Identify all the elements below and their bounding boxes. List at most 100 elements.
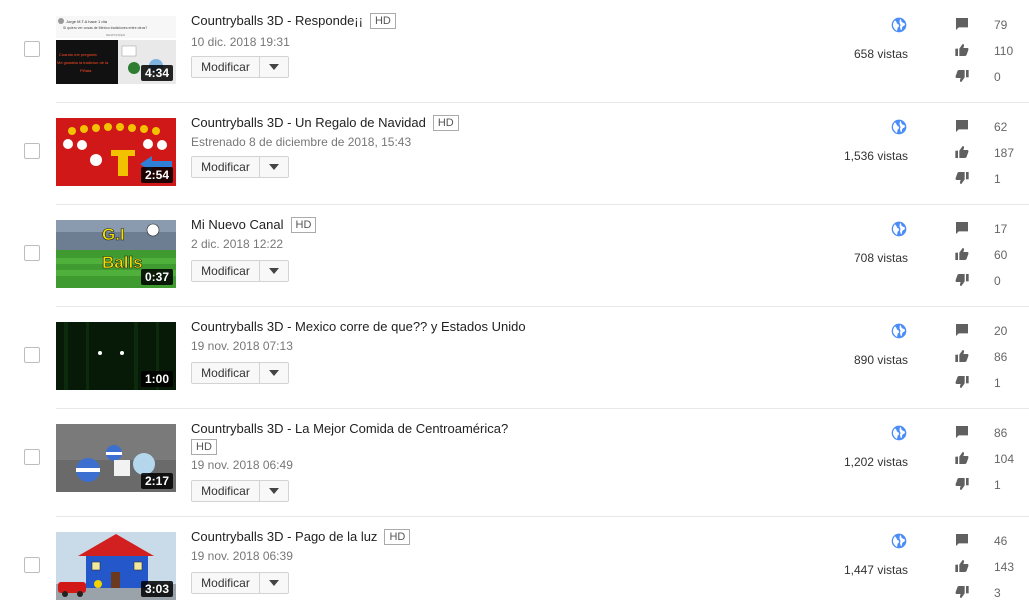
comment-icon (956, 222, 968, 234)
thumbs-up-icon (955, 146, 969, 158)
video-duration: 4:34 (140, 65, 173, 81)
globe-icon[interactable] (891, 425, 907, 441)
like-count: 143 (994, 560, 1015, 574)
globe-icon[interactable] (891, 17, 907, 33)
like-count: 104 (994, 452, 1015, 466)
caret-down-icon[interactable] (260, 363, 288, 383)
caret-down-icon[interactable] (260, 157, 288, 177)
caret-down-icon[interactable] (260, 573, 288, 593)
video-row: 3:03 Countryballs 3D - Pago de la luz HD … (0, 516, 1029, 609)
select-checkbox[interactable] (24, 143, 40, 159)
video-title-line: Mi Nuevo Canal HD (191, 216, 317, 234)
video-duration: 1:00 (140, 371, 173, 387)
video-date: Estrenado 8 de diciembre de 2018, 15:43 (191, 135, 412, 149)
view-count: 1,536 vistas (843, 149, 908, 163)
video-title[interactable]: Countryballs 3D - Pago de la luz (191, 529, 377, 544)
globe-icon[interactable] (891, 119, 907, 135)
comment-count: 20 (994, 324, 1008, 338)
thumbs-up-icon (955, 248, 969, 260)
like-count: 187 (994, 146, 1015, 160)
video-date: 19 nov. 2018 06:39 (191, 549, 293, 563)
video-title[interactable]: Mi Nuevo Canal (191, 217, 284, 232)
edit-dropdown-button[interactable]: Modificar (191, 260, 289, 282)
video-date: 19 nov. 2018 06:49 (191, 458, 293, 472)
caret-down-icon[interactable] (260, 261, 288, 281)
globe-icon[interactable] (891, 221, 907, 237)
thumbs-down-icon (955, 376, 969, 388)
edit-button-label[interactable]: Modificar (192, 261, 260, 281)
comment-count: 79 (994, 18, 1008, 32)
comment-count: 17 (994, 222, 1008, 236)
video-row: 2:17 Countryballs 3D - La Mejor Comida d… (0, 408, 1029, 516)
dislike-count: 1 (994, 172, 1001, 186)
thumbs-down-icon (955, 70, 969, 82)
view-count: 890 vistas (853, 353, 908, 367)
video-duration: 2:17 (140, 473, 173, 489)
video-title-line: Countryballs 3D - Pago de la luz HD (191, 528, 411, 546)
thumb-text-2: Si quiero ver cosas de México tradicione… (63, 26, 147, 30)
dislike-count: 1 (994, 376, 1001, 390)
thumbs-down-icon (955, 586, 969, 598)
video-thumbnail[interactable]: 1:00 (56, 322, 176, 390)
comment-icon (956, 18, 968, 30)
select-checkbox[interactable] (24, 41, 40, 57)
edit-dropdown-button[interactable]: Modificar (191, 156, 289, 178)
video-title[interactable]: Countryballs 3D - La Mejor Comida de Cen… (191, 421, 508, 436)
comment-icon (956, 534, 968, 546)
video-duration: 3:03 (140, 581, 173, 597)
edit-dropdown-button[interactable]: Modificar (191, 362, 289, 384)
like-count: 110 (994, 44, 1014, 58)
edit-dropdown-button[interactable]: Modificar (191, 56, 289, 78)
video-duration: 0:37 (140, 269, 173, 285)
select-checkbox[interactable] (24, 449, 40, 465)
video-title[interactable]: Countryballs 3D - Mexico corre de que?? … (191, 319, 526, 334)
video-date: 10 dic. 2018 19:31 (191, 35, 290, 49)
dislike-count: 0 (994, 70, 1001, 84)
video-thumbnail[interactable]: 3:03 (56, 532, 176, 600)
select-checkbox[interactable] (24, 245, 40, 261)
comment-icon (956, 120, 968, 132)
video-row: 1:00 Countryballs 3D - Mexico corre de q… (0, 306, 1029, 408)
video-thumbnail[interactable]: Jorge M.T.A hace 1 día Si quiero ver cos… (56, 16, 176, 84)
video-title[interactable]: Countryballs 3D - Un Regalo de Navidad (191, 115, 426, 130)
thumbs-up-icon (955, 452, 969, 464)
thumb-text-2: Balls (102, 253, 143, 272)
thumbs-up-icon (955, 44, 969, 56)
globe-icon[interactable] (891, 533, 907, 549)
video-duration: 2:54 (140, 167, 173, 183)
thumbs-up-icon (955, 560, 969, 572)
globe-icon[interactable] (891, 323, 907, 339)
select-checkbox[interactable] (24, 347, 40, 363)
hd-badge: HD (191, 439, 217, 455)
edit-dropdown-button[interactable]: Modificar (191, 480, 289, 502)
thumbs-up-icon (955, 350, 969, 362)
edit-button-label[interactable]: Modificar (192, 363, 260, 383)
video-date: 2 dic. 2018 12:22 (191, 237, 284, 251)
edit-button-label[interactable]: Modificar (192, 57, 260, 77)
edit-dropdown-button[interactable]: Modificar (191, 572, 289, 594)
caret-down-icon[interactable] (260, 57, 288, 77)
video-date: 19 nov. 2018 07:13 (191, 339, 293, 353)
select-checkbox[interactable] (24, 557, 40, 573)
dislike-count: 3 (994, 586, 1001, 600)
video-title[interactable]: Countryballs 3D - Responde¡¡ (191, 13, 363, 28)
comment-count: 46 (994, 534, 1008, 548)
thumb-text-6: Piñata (80, 68, 92, 73)
video-row: 2:54 Countryballs 3D - Un Regalo de Navi… (0, 102, 1029, 204)
video-row: Jorge M.T.A hace 1 día Si quiero ver cos… (0, 0, 1029, 102)
thumb-text-1: G.I (102, 225, 125, 244)
thumbs-down-icon (955, 478, 969, 490)
video-thumbnail[interactable]: 2:54 (56, 118, 176, 186)
edit-button-label[interactable]: Modificar (192, 157, 260, 177)
video-thumbnail[interactable]: 2:17 (56, 424, 176, 492)
video-title-line: Countryballs 3D - Un Regalo de Navidad HD (191, 114, 459, 132)
caret-down-icon[interactable] (260, 481, 288, 501)
thumb-text-3: RESPONDER (106, 33, 126, 37)
edit-button-label[interactable]: Modificar (192, 573, 260, 593)
video-thumbnail[interactable]: G.I Balls 0:37 (56, 220, 176, 288)
edit-button-label[interactable]: Modificar (192, 481, 260, 501)
video-row: G.I Balls 0:37 Mi Nuevo Canal HD 2 dic. 2… (0, 204, 1029, 306)
video-title-line: Countryballs 3D - Responde¡¡ HD (191, 12, 396, 30)
comment-count: 86 (994, 426, 1008, 440)
hd-badge: HD (432, 115, 459, 131)
